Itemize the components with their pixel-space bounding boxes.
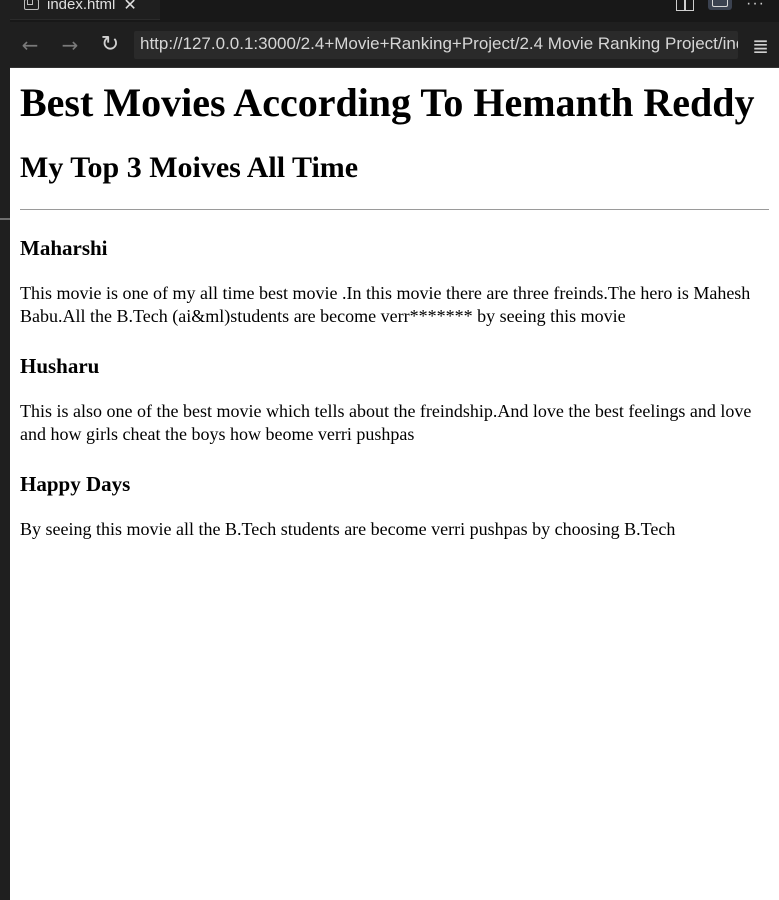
- split-editor-icon[interactable]: [676, 0, 695, 11]
- menu-icon[interactable]: ≣: [752, 34, 769, 58]
- url-input[interactable]: http://127.0.0.1:3000/2.4+Movie+Ranking+…: [134, 31, 738, 59]
- reload-icon[interactable]: ↻: [90, 32, 130, 57]
- page-subtitle: My Top 3 Moives All Time: [20, 151, 359, 184]
- movie-description: This is also one of the best movie which…: [20, 401, 752, 444]
- page-viewport: Best Movies According To Hemanth Reddy M…: [10, 68, 779, 900]
- close-icon[interactable]: ✕: [123, 0, 136, 15]
- tab-label: index.html: [47, 0, 116, 13]
- editor-tab-bar: index.html ✕ ···: [10, 0, 779, 22]
- movie-title: Happy Days: [20, 472, 131, 496]
- toggle-layout-icon[interactable]: [708, 0, 733, 10]
- tab-actions: ···: [676, 0, 765, 12]
- back-icon[interactable]: ←: [10, 33, 50, 57]
- tab-index-html[interactable]: index.html ✕: [10, 0, 160, 20]
- page-title: Best Movies According To Hemanth Reddy: [20, 80, 755, 125]
- preview-file-icon: [24, 0, 39, 10]
- more-actions-icon[interactable]: ···: [746, 0, 765, 12]
- movie-description: This movie is one of my all time best mo…: [20, 283, 751, 326]
- gutter-marker: [0, 218, 10, 220]
- browser-toolbar: ← → ↻ http://127.0.0.1:3000/2.4+Movie+Ra…: [10, 22, 779, 68]
- movie-description: By seeing this movie all the B.Tech stud…: [20, 519, 676, 539]
- forward-icon[interactable]: →: [50, 33, 90, 57]
- movie-title: Husharu: [20, 354, 100, 378]
- movie-title: Maharshi: [20, 236, 108, 260]
- divider: [20, 209, 769, 210]
- page-content: Best Movies According To Hemanth Reddy M…: [10, 81, 779, 541]
